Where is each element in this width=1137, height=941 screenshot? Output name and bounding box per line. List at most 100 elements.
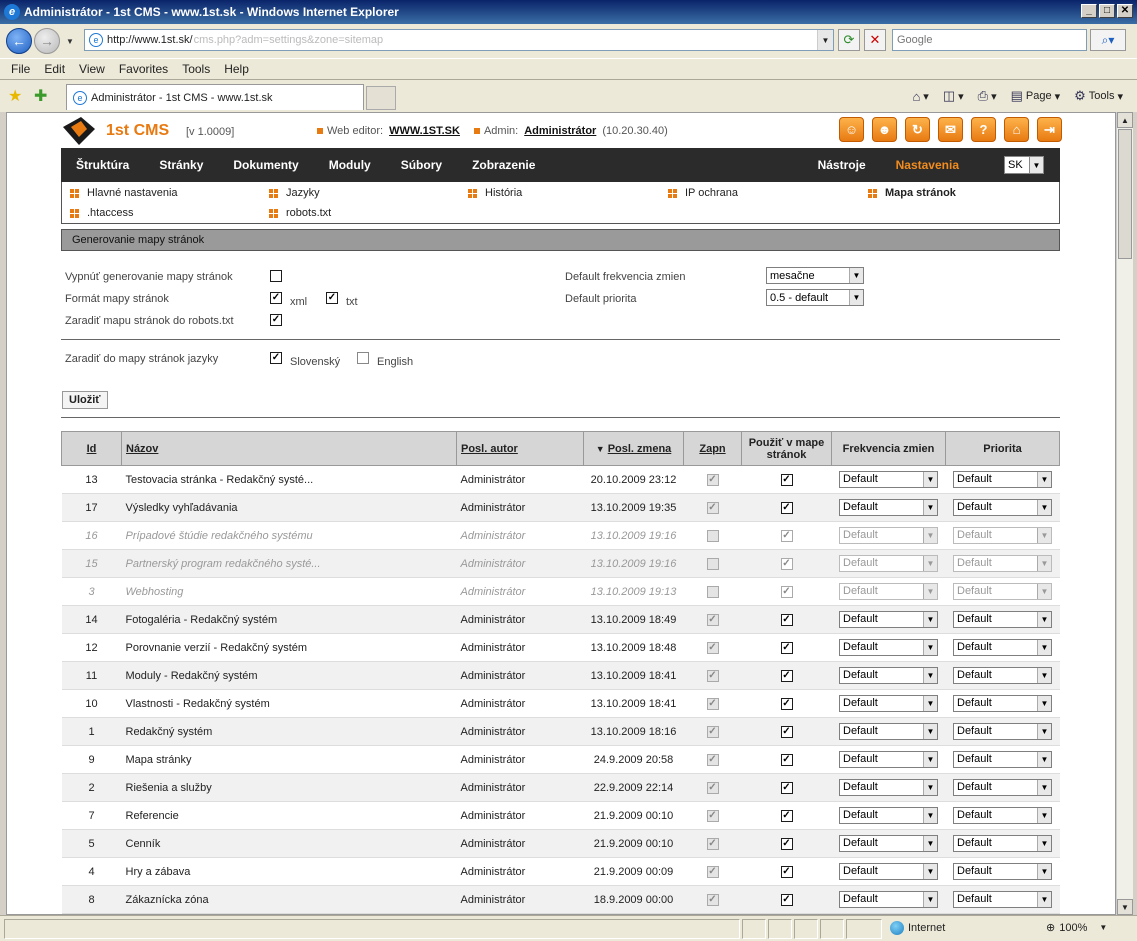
minimize-button[interactable]: _ — [1081, 4, 1097, 18]
freq-select[interactable]: Default ▼ — [839, 555, 938, 572]
freq-select[interactable]: Default ▼ — [839, 891, 938, 908]
nav-stranky[interactable]: Stránky — [144, 158, 218, 172]
address-dropdown-icon[interactable]: ▼ — [817, 30, 833, 50]
subnav-historia[interactable]: História — [468, 187, 522, 199]
nav-dokumenty[interactable]: Dokumenty — [218, 158, 313, 172]
search-input[interactable]: Google — [892, 29, 1087, 51]
prio-select[interactable]: Default ▼ — [953, 611, 1052, 628]
freq-select[interactable]: Default ▼ — [839, 499, 938, 516]
new-tab-button[interactable] — [366, 86, 396, 110]
print-icon[interactable]: ⎙ — [978, 88, 988, 104]
scroll-down-icon[interactable]: ▼ — [1117, 899, 1133, 915]
subnav-mapa-stranok[interactable]: Mapa stránok — [868, 187, 956, 199]
freq-select[interactable]: Default ▼ — [839, 723, 938, 740]
menu-file[interactable]: File — [4, 62, 37, 76]
page-menu[interactable]: ▤ Page ▾ — [1011, 88, 1061, 104]
col-id-label[interactable]: Id — [87, 443, 97, 455]
prio-select[interactable]: Default ▼ — [953, 527, 1052, 544]
save-button[interactable]: Uložiť — [62, 391, 108, 409]
use-in-sitemap-checkbox[interactable]: ✓ — [780, 585, 793, 598]
lang-sk-checkbox[interactable]: ✓ — [270, 352, 282, 364]
freq-select[interactable]: Default ▼ — [839, 695, 938, 712]
use-in-sitemap-checkbox[interactable]: ✓ — [780, 501, 793, 514]
disable-checkbox[interactable] — [270, 270, 282, 282]
freq-select[interactable]: Default ▼ — [839, 863, 938, 880]
subnav-htaccess[interactable]: .htaccess — [70, 207, 133, 219]
language-select[interactable]: SK ▼ — [1004, 156, 1044, 174]
xml-checkbox[interactable]: ✓ — [270, 292, 282, 304]
nav-subory[interactable]: Súbory — [386, 158, 457, 172]
history-dropdown-icon[interactable]: ▼ — [66, 37, 74, 46]
col-name[interactable]: Názov — [121, 431, 457, 466]
nav-nastroje[interactable]: Nástroje — [803, 158, 881, 172]
search-button[interactable]: ⌕ ▾ — [1090, 29, 1126, 51]
menu-help[interactable]: Help — [217, 62, 256, 76]
use-in-sitemap-checkbox[interactable]: ✓ — [780, 809, 793, 822]
txt-checkbox[interactable]: ✓ — [326, 292, 338, 304]
prio-select[interactable]: Default ▼ — [953, 863, 1052, 880]
prio-select[interactable]: Default ▼ — [953, 751, 1052, 768]
prio-select[interactable]: Default ▼ — [953, 639, 1052, 656]
stop-button[interactable]: ✕ — [864, 29, 886, 51]
freq-select[interactable]: Default ▼ — [839, 527, 938, 544]
subnav-jazyky[interactable]: Jazyky — [269, 187, 320, 199]
freq-select[interactable]: Default ▼ — [839, 779, 938, 796]
forward-button[interactable]: → — [34, 28, 60, 54]
add-favorite-icon[interactable]: ✚ — [34, 86, 47, 106]
menu-favorites[interactable]: Favorites — [112, 62, 175, 76]
col-on[interactable]: Zapn — [683, 431, 742, 466]
col-author-label[interactable]: Posl. autor — [461, 443, 518, 455]
zoom-control[interactable]: ⊕ 100% ▼ — [1046, 921, 1107, 935]
freq-select[interactable]: Default ▼ — [839, 611, 938, 628]
freq-select[interactable]: Default ▼ — [839, 667, 938, 684]
address-bar[interactable]: e http://www.1st.sk/ cms.php?adm=setting… — [84, 29, 834, 51]
admin-link[interactable]: Administrátor — [524, 125, 596, 137]
col-date-label[interactable]: Posl. zmena — [608, 443, 672, 455]
col-on-label[interactable]: Zapn — [699, 443, 725, 455]
freq-select[interactable]: Default ▼ — [839, 639, 938, 656]
use-in-sitemap-checkbox[interactable]: ✓ — [780, 641, 793, 654]
default-prio-select[interactable]: 0.5 - default ▼ — [766, 289, 864, 306]
subnav-hlavne-nastavenia[interactable]: Hlavné nastavenia — [70, 187, 178, 199]
prio-select[interactable]: Default ▼ — [953, 667, 1052, 684]
prio-select[interactable]: Default ▼ — [953, 779, 1052, 796]
lang-en-checkbox[interactable] — [357, 352, 369, 364]
refresh-cms-icon[interactable]: ↻ — [905, 117, 930, 142]
freq-select[interactable]: Default ▼ — [839, 751, 938, 768]
prio-select[interactable]: Default ▼ — [953, 723, 1052, 740]
use-in-sitemap-checkbox[interactable]: ✓ — [780, 473, 793, 486]
browser-tab[interactable]: e Administrátor - 1st CMS - www.1st.sk — [66, 84, 364, 110]
prio-select[interactable]: Default ▼ — [953, 583, 1052, 600]
feeds-icon[interactable]: ◫ — [943, 88, 955, 104]
subnav-robots[interactable]: robots.txt — [269, 207, 331, 219]
logout-icon[interactable]: ⇥ — [1037, 117, 1062, 142]
use-in-sitemap-checkbox[interactable]: ✓ — [780, 529, 793, 542]
prio-select[interactable]: Default ▼ — [953, 891, 1052, 908]
use-in-sitemap-checkbox[interactable]: ✓ — [780, 697, 793, 710]
use-in-sitemap-checkbox[interactable]: ✓ — [780, 613, 793, 626]
col-id[interactable]: Id — [61, 431, 122, 466]
prio-select[interactable]: Default ▼ — [953, 499, 1052, 516]
prio-select[interactable]: Default ▼ — [953, 555, 1052, 572]
security-zone[interactable]: Internet — [890, 921, 945, 935]
menu-view[interactable]: View — [72, 62, 112, 76]
users-icon[interactable]: ☻ — [872, 117, 897, 142]
use-in-sitemap-checkbox[interactable]: ✓ — [780, 837, 793, 850]
prio-select[interactable]: Default ▼ — [953, 695, 1052, 712]
nav-zobrazenie[interactable]: Zobrazenie — [457, 158, 550, 172]
user-icon[interactable]: ☺ — [839, 117, 864, 142]
menu-edit[interactable]: Edit — [37, 62, 72, 76]
freq-select[interactable]: Default ▼ — [839, 471, 938, 488]
col-date[interactable]: ▼ Posl. zmena — [583, 431, 684, 466]
col-name-label[interactable]: Názov — [126, 443, 158, 455]
robots-checkbox[interactable]: ✓ — [270, 314, 282, 326]
nav-nastavenia[interactable]: Nastavenia — [881, 158, 974, 172]
prio-select[interactable]: Default ▼ — [953, 835, 1052, 852]
maximize-button[interactable]: □ — [1099, 4, 1115, 18]
help-icon[interactable]: ? — [971, 117, 996, 142]
prio-select[interactable]: Default ▼ — [953, 471, 1052, 488]
back-button[interactable]: ← — [6, 28, 32, 54]
home-icon[interactable]: ⌂ — [912, 89, 920, 104]
menu-tools[interactable]: Tools — [175, 62, 217, 76]
freq-select[interactable]: Default ▼ — [839, 807, 938, 824]
